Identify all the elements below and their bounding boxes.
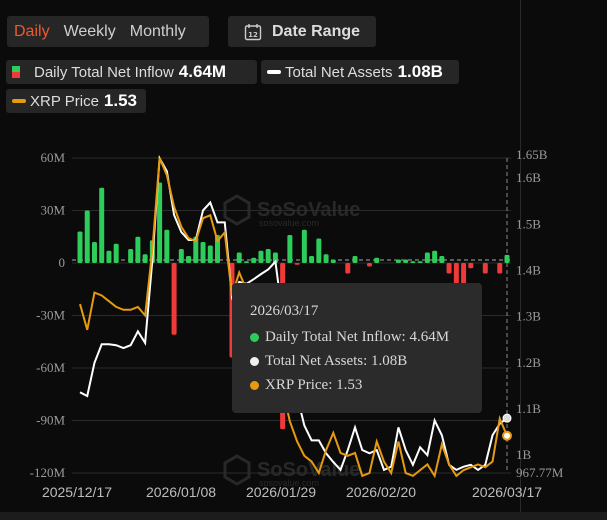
inflow-bar — [366, 263, 372, 267]
right-axis-tick: 1.6B — [516, 170, 541, 185]
inflow-bar — [251, 257, 257, 263]
inflow-bar — [171, 263, 177, 335]
x-axis-tick: 2026/02/20 — [346, 484, 416, 500]
inflow-bar — [432, 250, 438, 263]
green-dot-icon — [250, 333, 259, 342]
inflow-bar — [446, 263, 452, 274]
watermark-logo-icon — [223, 454, 251, 486]
inflow-bar — [403, 259, 409, 263]
orange-dot-icon — [250, 381, 259, 390]
x-axis-tick: 2026/01/29 — [246, 484, 316, 500]
inflow-bar — [106, 250, 112, 263]
inflow-chart: SoSoValue sosovalue.com SoSoValue sosova… — [30, 147, 564, 500]
inflow-bar — [468, 263, 474, 269]
tooltip-price: XRP Price: 1.53 — [265, 377, 363, 393]
left-axis-tick: -120M — [30, 465, 66, 480]
inflow-bar — [301, 229, 307, 263]
inflow-bar — [200, 242, 206, 263]
inflow-bar — [294, 263, 300, 265]
inflow-bar — [128, 249, 134, 263]
x-axis-tick: 2026/01/08 — [146, 484, 216, 500]
inflow-bar — [164, 229, 170, 263]
footer-bar — [0, 512, 607, 520]
left-axis-tick: 0 — [59, 255, 66, 270]
white-dot-icon — [250, 357, 259, 366]
tooltip-row-price: XRP Price: 1.53 — [250, 377, 362, 394]
left-axis-tick: 60M — [40, 150, 65, 165]
inflow-bar — [243, 261, 249, 263]
assets-point-marker — [502, 413, 512, 423]
inflow-bar — [497, 263, 503, 274]
left-axis-tick: -30M — [36, 308, 65, 323]
inflow-bar — [410, 261, 416, 263]
x-axis-tick: 2025/12/17 — [42, 484, 112, 500]
inflow-bar — [287, 235, 293, 263]
watermark-url: sosovalue.com — [259, 218, 319, 228]
inflow-bar — [395, 259, 401, 263]
tooltip-inflow: Daily Total Net Inflow: 4.64M — [265, 329, 450, 345]
tooltip-row-assets: Total Net Assets: 1.08B — [250, 353, 407, 370]
inflow-bar — [482, 263, 488, 274]
right-axis-tick: 1.5B — [516, 216, 541, 231]
right-axis-tick: 1.65B — [516, 147, 548, 162]
inflow-bar — [265, 249, 271, 263]
left-axis-tick: -90M — [36, 413, 65, 428]
x-axis-tick: 2026/03/17 — [472, 484, 542, 500]
right-axis-tick: 1B — [516, 447, 532, 462]
inflow-bar — [207, 245, 213, 263]
inflow-bar — [186, 256, 192, 263]
inflow-bar — [309, 256, 315, 263]
right-axis-tick: 1.2B — [516, 355, 541, 370]
inflow-bar — [99, 187, 105, 263]
tooltip-assets: Total Net Assets: 1.08B — [265, 353, 408, 369]
inflow-bar — [424, 252, 430, 263]
left-axis-tick: 30M — [40, 203, 65, 218]
inflow-bar — [236, 252, 242, 263]
left-axis-tick: -60M — [36, 360, 65, 375]
inflow-bar — [374, 257, 380, 263]
inflow-bar — [330, 259, 336, 263]
inflow-bar — [323, 254, 329, 263]
right-axis-tick: 1.3B — [516, 309, 541, 324]
chart-tooltip: 2026/03/17 Daily Total Net Inflow: 4.64M… — [232, 283, 482, 413]
inflow-bar — [91, 242, 97, 263]
inflow-bar — [178, 249, 184, 263]
inflow-bar — [142, 254, 148, 263]
inflow-bar — [439, 256, 445, 263]
inflow-bar — [316, 238, 322, 263]
inflow-bar — [84, 210, 90, 263]
right-axis-tick: 1.4B — [516, 262, 541, 277]
inflow-bar — [345, 263, 351, 274]
inflow-bar — [113, 243, 119, 263]
inflow-bar — [504, 254, 510, 263]
right-axis-tick: 1.1B — [516, 401, 541, 416]
inflow-bar — [135, 236, 141, 263]
right-axis-tick: 967.77M — [516, 465, 564, 480]
tooltip-row-inflow: Daily Total Net Inflow: 4.64M — [250, 329, 449, 346]
price-point-marker — [502, 430, 512, 441]
inflow-bar — [352, 256, 358, 263]
inflow-bar — [77, 231, 83, 263]
inflow-bar — [258, 250, 264, 263]
inflow-bar — [417, 261, 423, 263]
tooltip-date: 2026/03/17 — [250, 303, 319, 319]
